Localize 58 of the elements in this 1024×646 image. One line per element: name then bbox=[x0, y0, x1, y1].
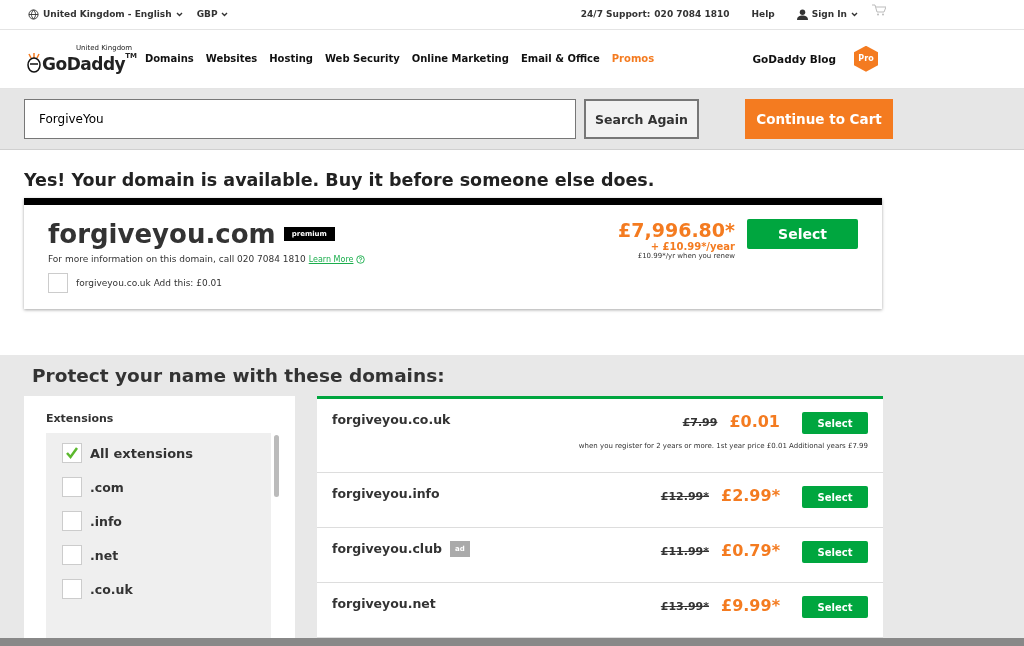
domain-name: forgiveyou.com bbox=[48, 219, 276, 250]
filter-label: .net bbox=[90, 547, 119, 563]
domain-price: £7,996.80* bbox=[618, 219, 735, 242]
sale-price: £9.99* bbox=[721, 596, 780, 616]
help-link[interactable]: Help bbox=[751, 9, 775, 20]
old-price: £13.99* bbox=[660, 600, 709, 614]
domain-name: forgiveyou.co.uk bbox=[332, 412, 451, 428]
blog-link[interactable]: GoDaddy Blog bbox=[752, 52, 836, 65]
scrollbar-thumb[interactable] bbox=[274, 435, 279, 498]
chevron-icon bbox=[851, 11, 858, 17]
domain-name: forgiveyou.info bbox=[332, 486, 440, 502]
nav-link[interactable]: Online Marketing bbox=[411, 53, 509, 65]
sale-price: £2.99* bbox=[721, 486, 780, 506]
checkbox[interactable] bbox=[62, 511, 82, 532]
nav-link[interactable]: Domains bbox=[144, 53, 194, 65]
availability-heading: Yes! Your domain is available. Buy it before someone else does. bbox=[24, 170, 656, 191]
sign-in-menu[interactable]: Sign In bbox=[796, 8, 858, 20]
help-icon[interactable] bbox=[356, 254, 366, 264]
search-again-button[interactable]: Search Again bbox=[584, 99, 699, 140]
checkbox[interactable] bbox=[62, 477, 82, 498]
logo-text[interactable]: GoDaddy bbox=[42, 53, 126, 74]
sale-price: £0.79* bbox=[721, 541, 780, 561]
mascot-icon bbox=[26, 51, 42, 74]
sale-price: £0.01 bbox=[729, 412, 780, 432]
nav-link[interactable]: Email & Office bbox=[520, 53, 600, 65]
old-price: £7.99 bbox=[682, 416, 718, 430]
domain-name: forgiveyou.net bbox=[332, 596, 436, 612]
checkbox[interactable] bbox=[62, 443, 82, 464]
cart-icon[interactable] bbox=[872, 4, 886, 17]
filter-label: All extensions bbox=[90, 445, 194, 461]
domain-name: forgiveyou.club bbox=[332, 541, 442, 557]
nav-link[interactable]: Hosting bbox=[269, 53, 313, 65]
search-field[interactable]: ForgiveYou bbox=[24, 99, 576, 140]
addon-label: forgiveyou.co.uk Add this: £0.01 bbox=[76, 278, 222, 289]
chevron-icon bbox=[175, 11, 183, 17]
filter-label: .co.uk bbox=[90, 581, 133, 597]
checkbox[interactable] bbox=[62, 579, 82, 600]
scrollbar-track[interactable] bbox=[0, 638, 1024, 646]
domain-info: For more information on this domain, call 020 7084 1810 bbox=[48, 254, 306, 265]
support-phone: 020 7084 1810 bbox=[654, 9, 730, 20]
check-icon bbox=[65, 446, 79, 461]
nav-link[interactable]: Web Security bbox=[324, 53, 400, 65]
checkbox[interactable] bbox=[48, 273, 68, 294]
chevron-icon bbox=[221, 11, 229, 17]
old-price: £12.99* bbox=[660, 490, 709, 504]
filter-label: .com bbox=[90, 479, 124, 495]
yearly-price: + £10.99*/year bbox=[650, 241, 735, 253]
filter-title: Extensions bbox=[46, 412, 115, 426]
user-icon bbox=[796, 8, 808, 20]
support-label: 24/7 Support: bbox=[580, 9, 651, 20]
currency-selector[interactable]: GBP bbox=[196, 9, 229, 20]
checkbox[interactable] bbox=[62, 545, 82, 566]
section-heading: Protect your name with these domains: bbox=[32, 365, 446, 387]
filter-label: .info bbox=[90, 513, 122, 529]
old-price: £11.99* bbox=[660, 545, 709, 559]
globe-icon bbox=[28, 8, 39, 20]
nav-link[interactable]: Websites bbox=[205, 53, 258, 65]
language-selector[interactable]: United Kingdom - English bbox=[28, 8, 183, 20]
